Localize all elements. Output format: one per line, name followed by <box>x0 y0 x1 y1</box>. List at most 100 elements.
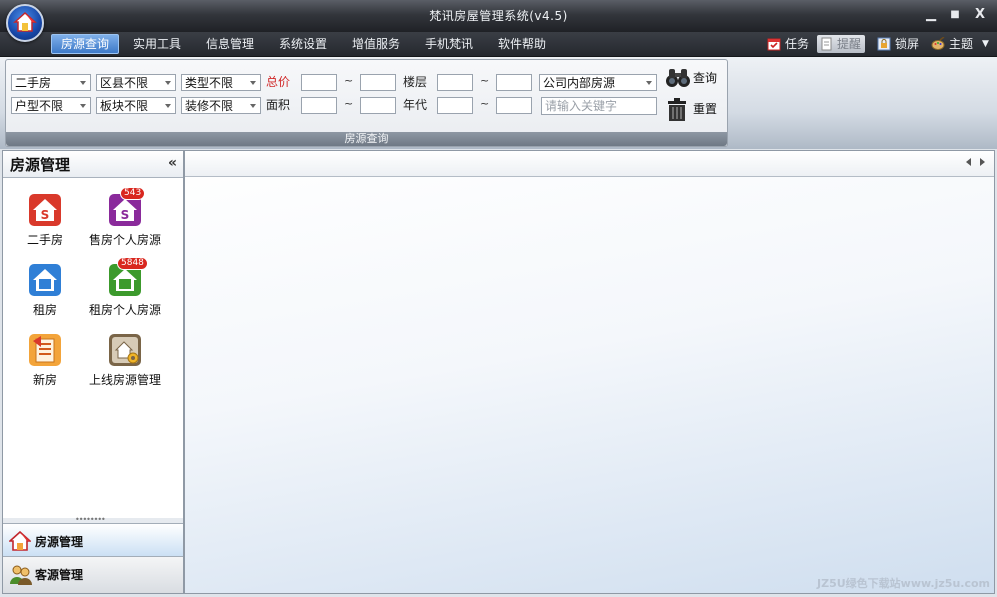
area-min-input[interactable] <box>301 97 337 114</box>
search-panel-area: 二手房 区县不限 类型不限 总价 ~ 楼层 ~ 公司内部房源 户型不限 板块不限… <box>0 57 997 149</box>
palette-icon <box>931 37 945 50</box>
left-panel-title: 房源管理 <box>10 156 71 174</box>
online-house-manage-icon <box>108 333 142 367</box>
minimize-button[interactable]: ▁ <box>922 7 940 23</box>
module-label: 售房个人房源 <box>88 233 161 247</box>
price-range-separator: ~ <box>344 74 354 87</box>
area-max-input[interactable] <box>360 97 396 114</box>
nav-customer-manage[interactable]: 客源管理 <box>3 556 183 593</box>
new-count-badge: 5848 <box>117 257 148 270</box>
remind-button[interactable]: 提醒 <box>817 35 866 53</box>
lock-label: 锁屏 <box>895 37 920 51</box>
svg-text:S: S <box>121 208 130 222</box>
chevron-down-icon <box>165 81 171 85</box>
rent-personal-house-icon: 5848 <box>108 257 148 297</box>
module-label: 租房个人房源 <box>88 303 161 317</box>
house-search-panel: 二手房 区县不限 类型不限 总价 ~ 楼层 ~ 公司内部房源 户型不限 板块不限… <box>5 59 728 147</box>
reset-button[interactable]: 重置 <box>665 97 717 121</box>
menu-house-search[interactable]: 房源查询 <box>51 34 120 54</box>
type-select[interactable]: 二手房 <box>11 74 91 91</box>
customers-icon <box>10 565 32 585</box>
module-rent-personal[interactable]: 5848 租房个人房源 <box>85 257 165 318</box>
remind-icon <box>821 37 832 51</box>
module-online-manage[interactable]: 上线房源管理 <box>85 333 165 388</box>
task-label: 任务 <box>785 37 810 51</box>
layout-select[interactable]: 户型不限 <box>11 97 91 114</box>
decoration-select-value: 装修不限 <box>185 99 234 113</box>
search-panel-caption: 房源查询 <box>6 132 727 146</box>
lock-screen-button[interactable]: 锁屏 <box>875 35 919 53</box>
keyword-input[interactable]: 请输入关键字 <box>541 97 657 115</box>
price-max-input[interactable] <box>360 74 396 91</box>
task-button[interactable]: 任务 <box>765 35 809 53</box>
nav-house-manage[interactable]: 房源管理 <box>3 523 183 556</box>
decoration-select[interactable]: 装修不限 <box>181 97 261 114</box>
floor-max-input[interactable] <box>496 74 532 91</box>
menu-help[interactable]: 软件帮助 <box>489 35 555 53</box>
binoculars-icon <box>666 69 690 87</box>
category-select-value: 类型不限 <box>185 76 234 90</box>
new-count-badge: 543 <box>120 187 146 200</box>
module-rent-house[interactable]: 租房 <box>5 263 85 318</box>
layout-select-value: 户型不限 <box>15 99 64 113</box>
chevron-down-icon <box>80 104 86 108</box>
chevron-down-icon <box>250 81 256 85</box>
task-icon <box>767 38 781 51</box>
menu-value-added[interactable]: 增值服务 <box>343 35 409 53</box>
module-secondhand-house[interactable]: S 二手房 <box>5 193 85 248</box>
price-min-input[interactable] <box>301 74 337 91</box>
left-panel: 房源管理 « S 二手房 S 543 售房个人房源 租房 5848 租房个人房源… <box>2 150 184 594</box>
new-house-icon <box>28 333 62 367</box>
block-select[interactable]: 板块不限 <box>96 97 176 114</box>
floor-range-separator: ~ <box>480 74 490 87</box>
source-select[interactable]: 公司内部房源 <box>539 74 657 91</box>
trash-icon <box>668 98 686 121</box>
menu-tools[interactable]: 实用工具 <box>124 35 190 53</box>
house-module-grid: S 二手房 S 543 售房个人房源 租房 5848 租房个人房源 新房 上线房… <box>3 178 183 519</box>
close-button[interactable]: X <box>971 7 989 23</box>
sale-personal-house-icon: S 543 <box>108 187 146 227</box>
floor-min-input[interactable] <box>437 74 473 91</box>
query-button[interactable]: 查询 <box>665 66 717 90</box>
query-label: 查询 <box>693 71 718 85</box>
scroll-right-icon[interactable] <box>980 158 985 166</box>
nav-label: 客源管理 <box>35 568 84 582</box>
year-min-input[interactable] <box>437 97 473 114</box>
menu-bar: 房源查询 实用工具 信息管理 系统设置 增值服务 手机梵讯 软件帮助 任务 提醒… <box>0 32 997 57</box>
module-label: 新房 <box>32 373 57 387</box>
module-sale-personal[interactable]: S 543 售房个人房源 <box>85 187 165 248</box>
type-select-value: 二手房 <box>15 76 52 90</box>
price-label: 总价 <box>266 75 291 89</box>
chevron-down-icon <box>646 81 652 85</box>
area-range-separator: ~ <box>344 97 354 110</box>
floor-label: 楼层 <box>403 75 428 89</box>
rent-house-icon <box>28 263 62 297</box>
source-select-value: 公司内部房源 <box>543 76 616 90</box>
district-select[interactable]: 区县不限 <box>96 74 176 91</box>
house-icon <box>9 531 31 551</box>
menu-info-manage[interactable]: 信息管理 <box>197 35 263 53</box>
module-label: 二手房 <box>26 233 63 247</box>
title-bar: 梵讯房屋管理系统(v4.5) ▁ ■ X <box>0 0 997 32</box>
reset-label: 重置 <box>693 102 718 116</box>
secondhand-house-icon: S <box>28 193 62 227</box>
nav-label: 房源管理 <box>35 535 84 549</box>
scroll-left-icon[interactable] <box>966 158 971 166</box>
main-workspace: JZ5U绿色下载站www.jz5u.com <box>184 150 995 594</box>
maximize-button[interactable]: ■ <box>946 7 964 23</box>
theme-dropdown-icon[interactable]: ▼ <box>963 35 989 53</box>
lock-icon <box>877 37 891 51</box>
block-select-value: 板块不限 <box>100 99 149 113</box>
year-max-input[interactable] <box>496 97 532 114</box>
menu-system-settings[interactable]: 系统设置 <box>270 35 336 53</box>
collapse-panel-button[interactable]: « <box>168 155 177 171</box>
left-panel-header: 房源管理 « <box>3 151 183 178</box>
year-range-separator: ~ <box>480 97 490 110</box>
watermark: JZ5U绿色下载站www.jz5u.com <box>817 577 990 590</box>
category-select[interactable]: 类型不限 <box>181 74 261 91</box>
tab-strip <box>185 151 994 177</box>
app-logo-icon[interactable] <box>6 4 44 42</box>
menu-mobile[interactable]: 手机梵讯 <box>416 35 482 53</box>
module-new-house[interactable]: 新房 <box>5 333 85 388</box>
module-label: 上线房源管理 <box>88 373 161 387</box>
